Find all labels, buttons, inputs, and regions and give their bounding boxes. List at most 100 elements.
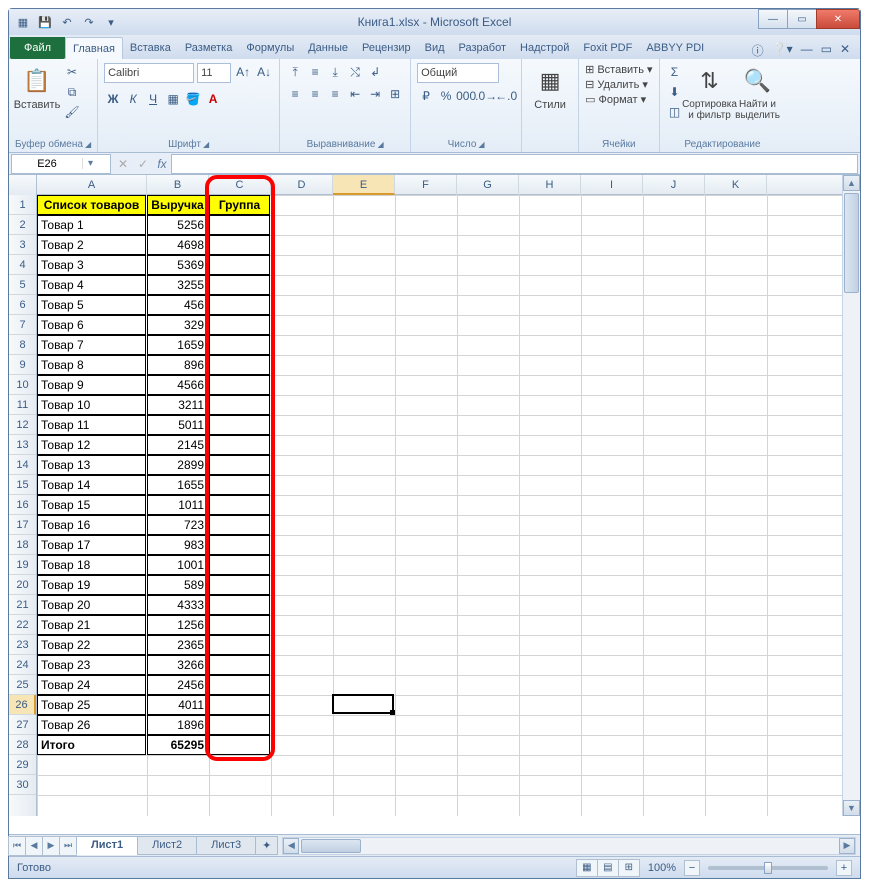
underline-icon[interactable]: Ч — [144, 90, 162, 108]
format-cells-button[interactable]: ▭Формат ▾ — [585, 93, 646, 106]
column-header[interactable]: B — [147, 175, 209, 195]
cell[interactable]: 329 — [147, 315, 208, 335]
cell[interactable] — [209, 715, 270, 735]
increase-decimal-icon[interactable]: .0→ — [477, 87, 495, 105]
ribbon-tab[interactable]: Вставка — [123, 37, 178, 59]
insert-cells-button[interactable]: ⊞Вставить ▾ — [585, 63, 652, 76]
cell[interactable]: Товар 20 — [37, 595, 146, 615]
redo-icon[interactable]: ↷ — [81, 14, 97, 30]
row-header[interactable]: 15 — [9, 475, 36, 495]
percent-icon[interactable]: % — [437, 87, 455, 105]
merge-icon[interactable]: ⊞ — [386, 85, 404, 103]
cell[interactable]: Товар 6 — [37, 315, 146, 335]
decrease-indent-icon[interactable]: ⇤ — [346, 85, 364, 103]
font-name-combo[interactable]: Calibri — [104, 63, 194, 83]
column-header[interactable]: D — [271, 175, 333, 195]
row-header[interactable]: 27 — [9, 715, 36, 735]
increase-indent-icon[interactable]: ⇥ — [366, 85, 384, 103]
font-size-combo[interactable]: 11 — [197, 63, 231, 83]
row-header[interactable]: 7 — [9, 315, 36, 335]
horizontal-scrollbar[interactable]: ◀ ▶ — [282, 837, 856, 855]
normal-view-icon[interactable]: ▦ — [576, 859, 598, 877]
column-header[interactable]: A — [37, 175, 147, 195]
cell[interactable]: 1896 — [147, 715, 208, 735]
ribbon-tab[interactable]: Разработ — [452, 37, 513, 59]
cell[interactable] — [209, 375, 270, 395]
shrink-font-icon[interactable]: A↓ — [255, 63, 273, 81]
cell[interactable]: Товар 19 — [37, 575, 146, 595]
number-launcher-icon[interactable]: ◢ — [478, 140, 484, 149]
fill-color-icon[interactable]: 🪣 — [184, 90, 202, 108]
cell[interactable]: Товар 24 — [37, 675, 146, 695]
cell[interactable]: Выручка — [147, 195, 208, 215]
align-right-icon[interactable]: ≡ — [326, 85, 344, 103]
zoom-level[interactable]: 100% — [648, 862, 676, 874]
cell[interactable]: Товар 3 — [37, 255, 146, 275]
cell[interactable] — [209, 335, 270, 355]
row-header[interactable]: 30 — [9, 775, 36, 795]
cell[interactable]: 1655 — [147, 475, 208, 495]
cell[interactable]: Товар 12 — [37, 435, 146, 455]
row-header[interactable]: 9 — [9, 355, 36, 375]
cell[interactable]: 3266 — [147, 655, 208, 675]
select-all-corner[interactable] — [9, 175, 37, 195]
row-header[interactable]: 10 — [9, 375, 36, 395]
cell[interactable]: Товар 10 — [37, 395, 146, 415]
orientation-icon[interactable]: ⤭ — [346, 63, 364, 81]
cell[interactable]: Товар 14 — [37, 475, 146, 495]
undo-icon[interactable]: ↶ — [59, 14, 75, 30]
formula-input[interactable] — [171, 154, 858, 174]
cell[interactable]: 5011 — [147, 415, 208, 435]
cell[interactable]: Товар 16 — [37, 515, 146, 535]
currency-icon[interactable]: ₽ — [417, 87, 435, 105]
cell[interactable] — [209, 435, 270, 455]
cells-container[interactable]: Список товаровВыручкаГруппаТовар 15256То… — [37, 195, 842, 816]
zoom-thumb[interactable] — [764, 862, 772, 874]
fx-icon[interactable]: fx — [153, 157, 171, 171]
sheet-nav-prev-icon[interactable]: ◀ — [25, 836, 43, 856]
minimize-button[interactable]: — — [758, 9, 788, 29]
doc-close-icon[interactable]: ✕ — [840, 42, 850, 59]
cell[interactable] — [209, 215, 270, 235]
cell[interactable]: 4698 — [147, 235, 208, 255]
cell[interactable] — [209, 455, 270, 475]
cell[interactable] — [209, 555, 270, 575]
align-left-icon[interactable]: ≡ — [286, 85, 304, 103]
cell[interactable]: 3255 — [147, 275, 208, 295]
row-header[interactable]: 26 — [9, 695, 36, 715]
cell[interactable]: Товар 25 — [37, 695, 146, 715]
row-header[interactable]: 13 — [9, 435, 36, 455]
number-format-combo[interactable]: Общий — [417, 63, 499, 83]
row-header[interactable]: 22 — [9, 615, 36, 635]
fill-icon[interactable]: ⬇ — [666, 83, 684, 101]
cell[interactable]: Товар 18 — [37, 555, 146, 575]
doc-restore-icon[interactable]: ▭ — [821, 42, 832, 59]
ribbon-tab[interactable]: Данные — [301, 37, 355, 59]
name-box-dropdown-icon[interactable]: ▾ — [82, 158, 98, 169]
sheet-nav-last-icon[interactable]: ⏭ — [59, 836, 77, 856]
cell[interactable]: 1256 — [147, 615, 208, 635]
cut-icon[interactable]: ✂ — [63, 63, 81, 81]
cell[interactable]: Товар 13 — [37, 455, 146, 475]
row-header[interactable]: 11 — [9, 395, 36, 415]
cell[interactable]: 1659 — [147, 335, 208, 355]
format-painter-icon[interactable]: 🖌 — [63, 103, 81, 121]
cell[interactable] — [209, 255, 270, 275]
cell[interactable] — [209, 635, 270, 655]
enter-formula-icon[interactable]: ✓ — [133, 157, 153, 171]
cell[interactable]: Итого — [37, 735, 146, 755]
cell[interactable]: Товар 21 — [37, 615, 146, 635]
cell[interactable] — [209, 655, 270, 675]
styles-button[interactable]: ▦ Стили — [528, 63, 572, 113]
row-header[interactable]: 18 — [9, 535, 36, 555]
cell[interactable]: 983 — [147, 535, 208, 555]
cell[interactable]: 2456 — [147, 675, 208, 695]
wrap-text-icon[interactable]: ↲ — [366, 63, 384, 81]
clear-icon[interactable]: ◫ — [666, 103, 684, 121]
file-tab[interactable]: Файл — [10, 37, 65, 59]
column-header[interactable]: H — [519, 175, 581, 195]
row-header[interactable]: 12 — [9, 415, 36, 435]
ribbon-tab[interactable]: Надстрой — [513, 37, 576, 59]
cell[interactable]: 1011 — [147, 495, 208, 515]
cell[interactable]: 589 — [147, 575, 208, 595]
